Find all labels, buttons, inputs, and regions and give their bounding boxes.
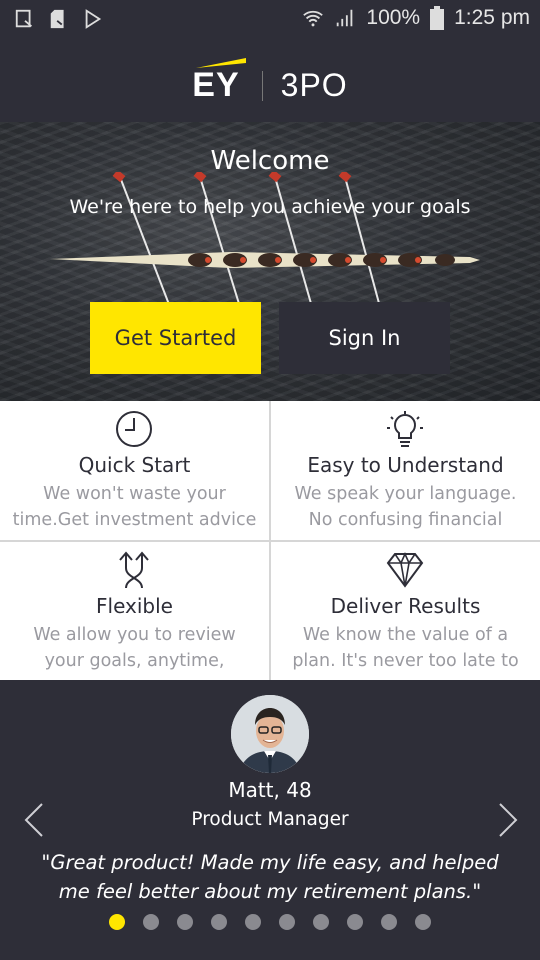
carousel-dot[interactable] — [381, 914, 397, 930]
hero-subtitle: We're here to help you achieve your goal… — [69, 196, 471, 218]
testimonial-carousel: Matt, 48 Product Manager "Great product!… — [0, 680, 540, 960]
carousel-dot[interactable] — [109, 914, 125, 930]
diamond-icon — [386, 552, 424, 588]
sign-in-button[interactable]: Sign In — [279, 302, 450, 374]
chevron-left-icon[interactable] — [20, 800, 48, 840]
feature-title: Easy to Understand — [307, 453, 504, 477]
carousel-dot[interactable] — [313, 914, 329, 930]
battery-icon — [430, 6, 445, 30]
logo-divider — [261, 71, 263, 101]
feature-flexible[interactable]: Flexible We allow you to review your goa… — [0, 542, 269, 681]
get-started-button[interactable]: Get Started — [90, 302, 261, 374]
app-header: EY 3PO — [0, 40, 540, 122]
testimonial-name: Matt, 48 — [228, 778, 312, 802]
feature-description-line: time.Get investment advice — [12, 510, 257, 530]
carousel-dot[interactable] — [347, 914, 363, 930]
avatar — [231, 695, 309, 773]
hero-banner: Welcome We're here to help you achieve y… — [0, 122, 540, 401]
sd-card-icon — [50, 9, 64, 29]
feature-description: We know the value of a plan. It's never … — [271, 622, 540, 674]
feature-description: We speak your language. No confusing fin… — [271, 481, 540, 533]
user-photo — [231, 695, 309, 773]
feature-description-line: plan. It's never too late to — [292, 651, 519, 671]
chevron-right-icon[interactable] — [494, 800, 522, 840]
carousel-dot[interactable] — [245, 914, 261, 930]
ey-logo-beam — [196, 57, 247, 68]
testimonial-quote: "Great product! Made my life easy, and h… — [41, 851, 499, 903]
carousel-pagination — [0, 914, 540, 930]
feature-easy-to-understand[interactable]: Easy to Understand We speak your languag… — [271, 401, 540, 540]
ey-brand-text: EY — [192, 65, 240, 104]
carousel-dot[interactable] — [279, 914, 295, 930]
feature-description: We allow you to review your goals, anyti… — [0, 622, 269, 674]
clock-icon — [116, 411, 152, 447]
app-logo: EY 3PO — [192, 57, 348, 105]
hero-title: Welcome — [210, 146, 330, 176]
feature-title: Flexible — [96, 594, 173, 618]
feature-description-line: We speak your language. — [294, 484, 517, 504]
feature-quick-start[interactable]: Quick Start We won't waste your time.Get… — [0, 401, 269, 540]
feature-title: Deliver Results — [330, 594, 481, 618]
carousel-dot[interactable] — [143, 914, 159, 930]
lightbulb-icon — [387, 411, 423, 447]
ey-logo: EY — [192, 57, 247, 105]
feature-description-line: your goals, anytime, — [44, 651, 225, 671]
rowing-boat-image — [50, 172, 480, 308]
battery-percentage: 100% — [366, 6, 421, 29]
feature-description: We won't waste your time.Get investment … — [0, 481, 269, 533]
app-name: 3PO — [280, 66, 348, 103]
features-grid: Quick Start We won't waste your time.Get… — [0, 401, 540, 680]
wifi-icon — [303, 10, 324, 27]
feature-title: Quick Start — [78, 453, 191, 477]
carousel-dot[interactable] — [211, 914, 227, 930]
play-store-icon — [85, 9, 102, 29]
feature-deliver-results[interactable]: Deliver Results We know the value of a p… — [271, 542, 540, 681]
split-arrows-icon — [119, 551, 149, 589]
signal-icon — [337, 9, 353, 27]
testimonial-role: Product Manager — [191, 809, 349, 830]
feature-description-line: We allow you to review — [33, 625, 236, 645]
feature-description-line: No confusing financial — [308, 510, 503, 530]
clock-time: 1:25 pm — [454, 6, 530, 29]
status-bar: 100% 1:25 pm — [0, 0, 540, 40]
screenshot-icon — [15, 9, 33, 28]
feature-description-line: We won't waste your — [43, 484, 226, 504]
carousel-dot[interactable] — [415, 914, 431, 930]
feature-description-line: We know the value of a — [302, 625, 509, 645]
carousel-dot[interactable] — [177, 914, 193, 930]
